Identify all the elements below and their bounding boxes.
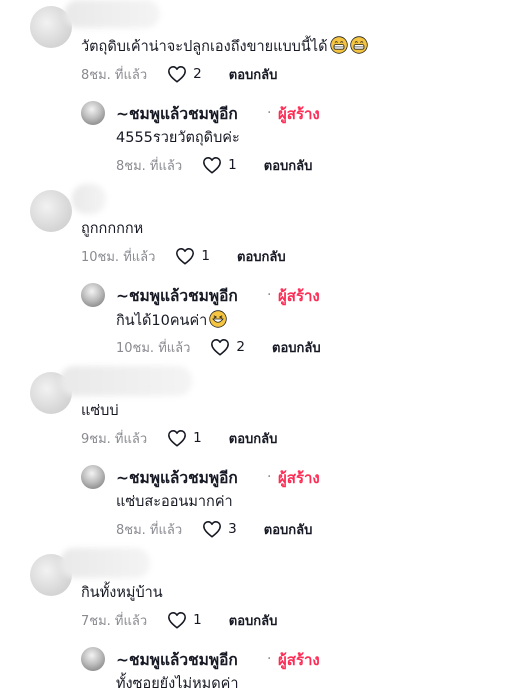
reply-button[interactable]: ตอบกลับ <box>237 246 286 267</box>
creator-name[interactable]: ~ชมพูแล้วชมพูอีก <box>116 285 238 307</box>
heart-icon <box>176 248 195 265</box>
comment-time: 10ชม. ที่แล้ว <box>81 249 156 265</box>
reply-button[interactable]: ตอบกลับ <box>229 610 278 631</box>
like-count: 1 <box>201 248 211 264</box>
reply-time: 8ชม. ที่แล้ว <box>116 522 183 538</box>
like-count: 2 <box>193 66 202 82</box>
creator-badge: ผู้สร้าง <box>278 651 320 669</box>
reply-button[interactable]: ตอบกลับ <box>264 155 313 176</box>
like-button[interactable]: 3 <box>202 520 237 538</box>
name-separator: · <box>267 287 272 303</box>
creator-name[interactable]: ~ชมพูแล้วชมพูอีก <box>116 649 238 671</box>
like-button[interactable]: 2 <box>167 65 202 83</box>
commenter-avatar[interactable] <box>30 190 72 232</box>
creator-badge: ผู้สร้าง <box>278 105 320 123</box>
like-button[interactable]: 2 <box>210 338 245 356</box>
like-button[interactable]: 1 <box>202 156 237 174</box>
like-count: 3 <box>228 521 237 537</box>
reply-text: ทั้งซอยยังไม่หมดค่า <box>116 676 239 692</box>
like-button[interactable]: 1 <box>175 247 210 265</box>
comment-text: กินทั้งหมู่บ้าน <box>81 585 163 601</box>
comment-meta: 9ชม. ที่แล้ว 1 ตอบกลับ <box>81 428 277 448</box>
reply-button[interactable]: ตอบกลับ <box>229 64 278 85</box>
creator-avatar[interactable] <box>81 647 105 671</box>
reply-button[interactable]: ตอบกลับ <box>272 337 321 358</box>
comment-time: 7ชม. ที่แล้ว <box>81 613 148 629</box>
comment-time: 9ชม. ที่แล้ว <box>81 431 148 447</box>
heart-icon <box>203 521 222 538</box>
reply-time: 8ชม. ที่แล้ว <box>116 158 183 174</box>
comment-text: วัตถุดิบเค้าน่าจะปลูกเองถึงขายแบบนี้ได้ <box>81 36 368 60</box>
commenter-name-blurred <box>60 548 150 578</box>
laughing-face-icon <box>209 310 228 334</box>
heart-icon <box>168 66 187 83</box>
reply-button[interactable]: ตอบกลับ <box>229 428 278 449</box>
commenter-name-blurred <box>72 184 106 214</box>
reply-meta: 10ชม. ที่แล้ว 2 ตอบกลับ <box>116 337 321 357</box>
grinning-face-icon <box>329 36 348 60</box>
heart-icon <box>211 339 230 356</box>
creator-avatar[interactable] <box>81 283 105 307</box>
commenter-name-blurred <box>60 366 192 396</box>
commenter-name-blurred <box>64 0 160 28</box>
comment-meta: 7ชม. ที่แล้ว 1 ตอบกลับ <box>81 610 277 630</box>
grinning-face-icon <box>349 36 368 60</box>
comment-meta: 8ชม. ที่แล้ว 2 ตอบกลับ <box>81 64 277 84</box>
creator-name[interactable]: ~ชมพูแล้วชมพูอีก <box>116 103 238 125</box>
reply-text: 4555รวยวัตถุดิบค่ะ <box>116 130 240 146</box>
reply-button[interactable]: ตอบกลับ <box>264 519 313 540</box>
creator-avatar[interactable] <box>81 465 105 489</box>
heart-icon <box>203 157 222 174</box>
name-separator: · <box>267 651 272 667</box>
reply-text: กินได้10คนค่า <box>116 310 228 334</box>
creator-name[interactable]: ~ชมพูแล้วชมพูอีก <box>116 467 238 489</box>
reply-time: 10ชม. ที่แล้ว <box>116 340 191 356</box>
comment-time: 8ชม. ที่แล้ว <box>81 67 148 83</box>
comment-text: แซ่บบ่ <box>81 403 119 419</box>
creator-badge: ผู้สร้าง <box>278 469 320 487</box>
comment-meta: 10ชม. ที่แล้ว 1 ตอบกลับ <box>81 246 286 266</box>
name-separator: · <box>267 469 272 485</box>
reply-meta: 8ชม. ที่แล้ว 3 ตอบกลับ <box>116 519 312 539</box>
heart-icon <box>168 612 187 629</box>
like-count: 1 <box>193 430 202 446</box>
like-count: 2 <box>236 339 246 355</box>
creator-badge: ผู้สร้าง <box>278 287 320 305</box>
reply-text: แซ่บสะออนมากค่า <box>116 494 233 510</box>
comment-text: ถูกกกกกห <box>81 221 144 237</box>
like-count: 1 <box>228 157 237 173</box>
like-button[interactable]: 1 <box>167 429 202 447</box>
name-separator: · <box>267 105 272 121</box>
like-button[interactable]: 1 <box>167 611 202 629</box>
like-count: 1 <box>193 612 202 628</box>
creator-avatar[interactable] <box>81 101 105 125</box>
reply-meta: 8ชม. ที่แล้ว 1 ตอบกลับ <box>116 155 312 175</box>
heart-icon <box>168 430 187 447</box>
